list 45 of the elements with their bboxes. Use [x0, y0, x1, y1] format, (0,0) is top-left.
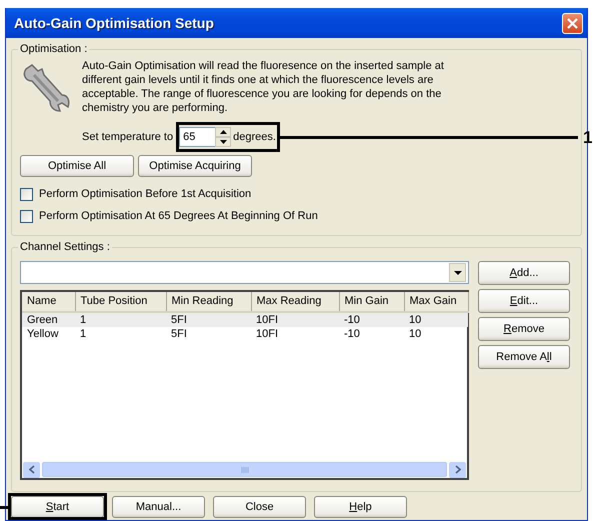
side-button[interactable]: Remove All	[478, 345, 570, 369]
channel-dropdown[interactable]	[20, 261, 469, 284]
column-header[interactable]: Max Gain	[404, 292, 468, 312]
checkbox-label: Perform Optimisation At 65 Degrees At Beginning Of Run	[39, 208, 318, 224]
temperature-field[interactable]: 65	[179, 127, 216, 147]
side-button[interactable]: Add...	[478, 261, 570, 285]
footer-button[interactable]: Close	[213, 496, 306, 518]
checkbox[interactable]	[20, 210, 33, 222]
dropdown-arrow-icon	[454, 270, 462, 274]
down-arrow-icon[interactable]	[220, 140, 227, 144]
scroll-right-icon[interactable]	[454, 465, 460, 474]
table-cell: 5FI	[166, 326, 251, 340]
description-text: Auto-Gain Optimisation will read the fluoresence on the inserted sample at different gain levels until it finds one at which the fluorescence levels are acceptable. The range of fluorescence you are looking for depends on the chemistry you are performing.	[82, 59, 445, 115]
side-button[interactable]: Remove	[478, 317, 570, 341]
optimise-button[interactable]: Optimise All	[20, 155, 134, 177]
optimise-button[interactable]: Optimise Acquiring	[138, 155, 252, 177]
checkbox-label: Perform Optimisation Before 1st Acquisition	[39, 186, 252, 202]
footer-button[interactable]: Start	[11, 496, 104, 518]
column-header[interactable]: Tube Position	[75, 292, 166, 312]
table-cell: 10FI	[251, 326, 339, 340]
footer-button[interactable]: Help	[314, 496, 407, 518]
column-header[interactable]: Min Reading	[166, 292, 251, 312]
scroll-left-icon[interactable]	[28, 465, 34, 474]
table-cell: 10	[404, 326, 468, 340]
scroll-thumb[interactable]	[42, 462, 447, 477]
column-header[interactable]: Min Gain	[339, 292, 404, 312]
table-cell: Yellow	[22, 326, 75, 340]
table-cell: -10	[339, 326, 404, 340]
list-row[interactable]: Yellow 1 5FI 10FI -10 10	[22, 326, 468, 340]
close-button[interactable]	[562, 12, 583, 34]
up-arrow-icon[interactable]	[220, 130, 227, 134]
unit-label: degrees.	[233, 130, 276, 145]
column-header[interactable]: Max Reading	[251, 292, 339, 312]
horizontal-scrollbar[interactable]	[22, 461, 467, 478]
group-label: Channel Settings :	[19, 242, 111, 253]
footer-button[interactable]: Manual...	[112, 496, 205, 518]
column-header[interactable]: Name	[22, 292, 75, 312]
list-row[interactable]: Green 1 5FI 10FI -10 10	[22, 312, 468, 326]
side-button[interactable]: Edit...	[478, 289, 570, 313]
close-icon	[566, 16, 579, 30]
table-cell: 1	[75, 326, 166, 340]
temperature-label: Set temperature to	[82, 130, 174, 145]
group-label: Optimisation :	[19, 44, 88, 55]
window-title: Auto-Gain Optimisation Setup	[14, 14, 215, 33]
checkbox[interactable]	[20, 188, 33, 200]
